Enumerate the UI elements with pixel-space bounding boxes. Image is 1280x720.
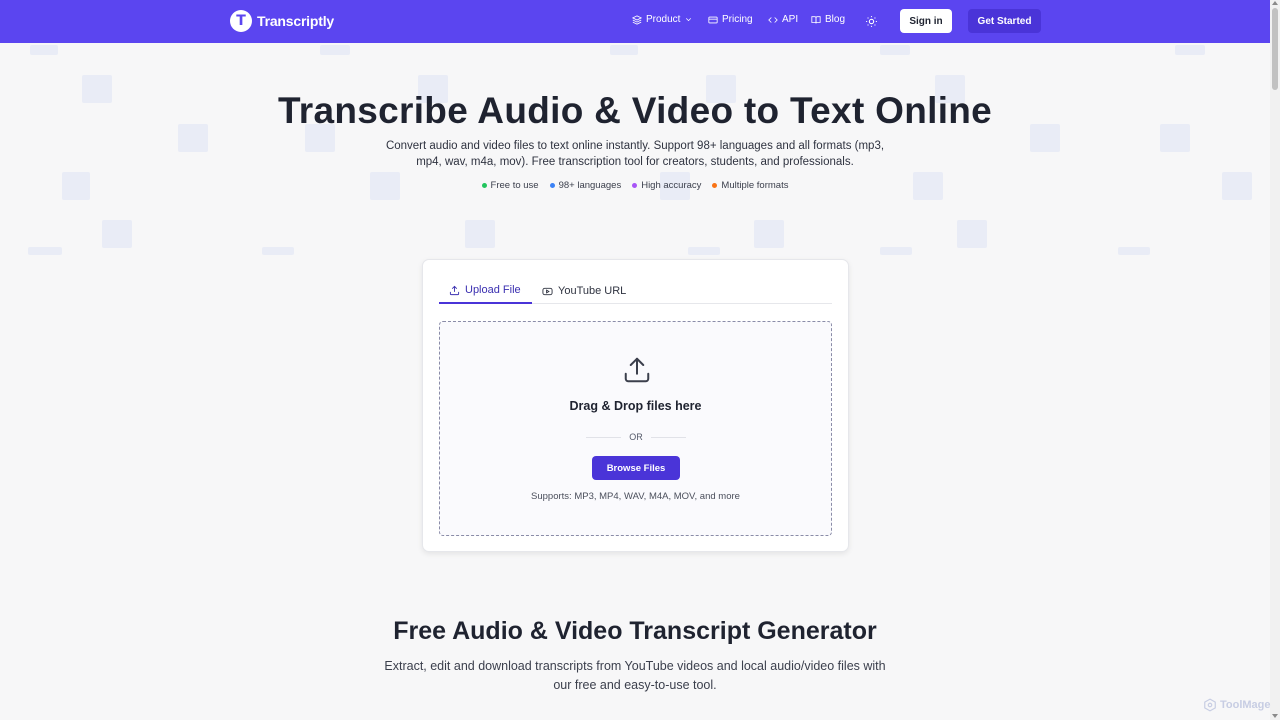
hexagon-logo-icon [1204, 698, 1216, 712]
section-description: Extract, edit and download transcripts f… [384, 659, 886, 692]
status-dot-icon [549, 183, 555, 188]
feature-label: High accuracy [641, 180, 702, 191]
play-icon [542, 287, 553, 295]
feature-item: High accuracy [632, 180, 701, 191]
upload-card: Upload File YouTube URL Drag & Drop file… [422, 259, 849, 552]
or-label: OR [629, 432, 643, 442]
top-nav-bar: T Transcriptly Product Pricing API Blog … [0, 0, 1270, 43]
nav-product[interactable]: Product [632, 14, 693, 25]
divider-line [650, 436, 686, 438]
dropzone-title: Drag & Drop files here [569, 399, 702, 413]
tab-upload-file[interactable]: Upload File [439, 278, 532, 304]
feature-label: 98+ languages [558, 180, 622, 191]
logo-icon: T [230, 10, 252, 32]
nav-blog[interactable]: Blog [811, 14, 845, 25]
card-icon [708, 16, 718, 23]
scroll-thumb[interactable] [1272, 8, 1278, 90]
feature-label: Free to use [490, 180, 539, 191]
page-scrollbar[interactable] [1270, 0, 1280, 720]
watermark-text: ToolMage [1220, 699, 1271, 711]
tab-label: YouTube URL [558, 285, 627, 297]
tab-label: Upload File [465, 284, 521, 296]
upload-icon [624, 357, 650, 383]
scroll-up-icon[interactable] [1272, 1, 1278, 5]
scroll-down-icon[interactable] [1272, 714, 1278, 718]
watermark: ToolMage [1203, 698, 1271, 712]
hero-description: Convert audio and video files to text on… [385, 140, 885, 168]
brand-name: Transcriptly [257, 13, 334, 29]
page-title: Transcribe Audio & Video to Text Online [277, 90, 993, 131]
status-dot-icon [481, 183, 487, 188]
status-dot-icon [632, 183, 638, 188]
feature-item: Free to use [481, 180, 539, 191]
browse-files-button[interactable]: Browse Files [592, 456, 680, 480]
brand-logo[interactable]: T Transcriptly [230, 10, 334, 32]
file-dropzone[interactable]: Drag & Drop files here OR Browse Files S… [439, 321, 832, 536]
nav-api[interactable]: API [768, 14, 798, 25]
upload-icon [449, 285, 460, 295]
nav-product-label: Product [646, 14, 681, 25]
feature-label: Multiple formats [721, 180, 789, 191]
supported-formats: Supports: MP3, MP4, WAV, M4A, MOV, and m… [531, 491, 740, 502]
chevron-down-icon [686, 18, 692, 22]
nav-api-label: API [782, 14, 799, 25]
layers-icon [632, 14, 642, 25]
get-started-button[interactable]: Get Started [968, 9, 1041, 33]
sun-icon[interactable] [865, 15, 878, 28]
nav-pricing-label: Pricing [722, 14, 753, 25]
code-icon [768, 16, 778, 23]
feature-item: Multiple formats [712, 180, 788, 191]
tab-youtube-url[interactable]: YouTube URL [542, 278, 626, 304]
feature-list: Free to use 98+ languages High accuracy … [0, 180, 1270, 191]
nav-blog-label: Blog [825, 14, 846, 25]
upload-tabs: Upload File YouTube URL [439, 278, 832, 304]
nav-pricing[interactable]: Pricing [708, 14, 753, 25]
or-divider: OR [586, 432, 686, 442]
feature-item: 98+ languages [549, 180, 622, 191]
section-title: Free Audio & Video Transcript Generator [393, 617, 877, 645]
divider-line [586, 436, 622, 438]
status-dot-icon [712, 183, 718, 188]
sign-in-button[interactable]: Sign in [900, 9, 952, 33]
book-icon [811, 15, 821, 23]
